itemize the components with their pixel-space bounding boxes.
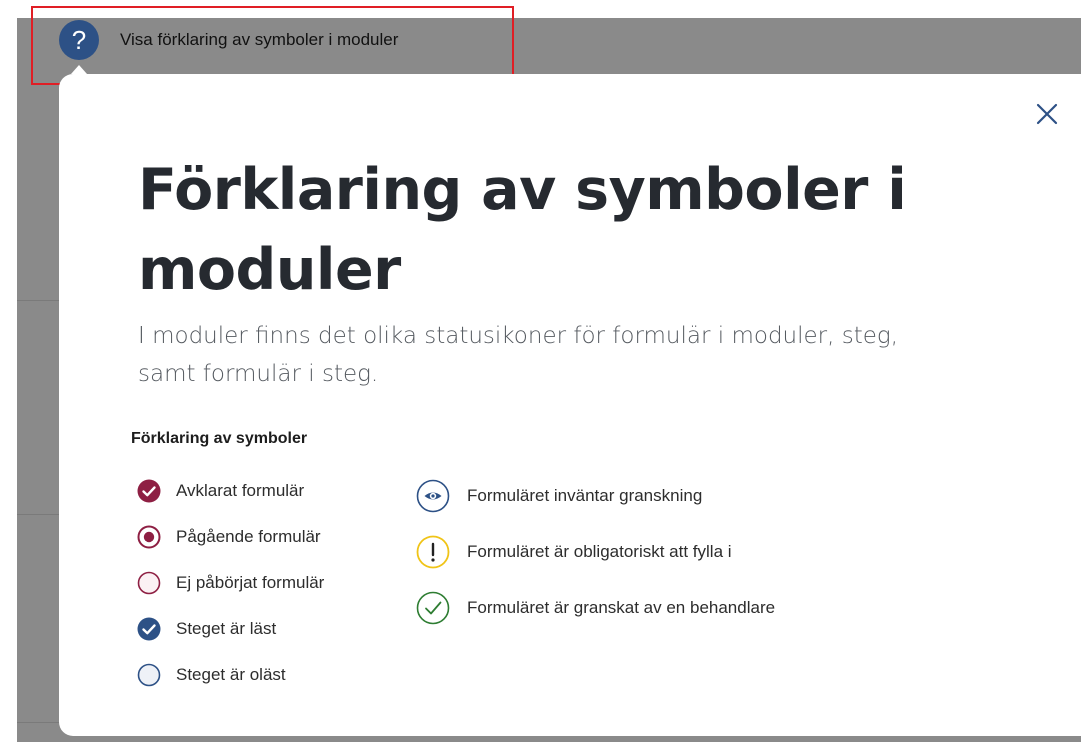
eye-icon bbox=[416, 479, 450, 513]
symbol-help-label: Visa förklaring av symboler i moduler bbox=[120, 30, 399, 49]
backdrop-divider bbox=[17, 722, 59, 723]
step-read-check-icon bbox=[136, 616, 162, 642]
completed-check-icon bbox=[136, 478, 162, 504]
legend-item-step-read: Steget är läst bbox=[136, 616, 276, 642]
legend-heading: Förklaring av symboler bbox=[131, 430, 308, 447]
legend-label: Avklarat formulär bbox=[176, 481, 305, 500]
legend-label: Ej påbörjat formulär bbox=[176, 573, 325, 592]
close-icon bbox=[1036, 103, 1058, 125]
close-button[interactable] bbox=[1032, 99, 1062, 129]
in-progress-dot-icon bbox=[136, 524, 162, 550]
legend-label: Pågående formulär bbox=[176, 527, 321, 546]
question-mark-icon: ? bbox=[59, 20, 99, 60]
legend-item-not-started: Ej påbörjat formulär bbox=[136, 570, 324, 596]
dialog-title: Förklaring av symboler i moduler bbox=[138, 157, 907, 303]
legend-item-step-unread: Steget är oläst bbox=[136, 662, 286, 688]
exclamation-icon bbox=[416, 535, 450, 569]
step-unread-circle-icon bbox=[136, 662, 162, 688]
legend-item-mandatory: Formuläret är obligatoriskt att fylla i bbox=[416, 535, 732, 569]
symbol-help-button[interactable]: ? Visa förklaring av symboler i moduler bbox=[59, 20, 398, 60]
legend-label: Formuläret är obligatoriskt att fylla i bbox=[467, 542, 732, 561]
not-started-circle-icon bbox=[136, 570, 162, 596]
reviewed-check-icon bbox=[416, 591, 450, 625]
legend-item-in-progress: Pågående formulär bbox=[136, 524, 321, 550]
legend-label: Formuläret inväntar granskning bbox=[467, 486, 703, 505]
legend-item-completed: Avklarat formulär bbox=[136, 478, 304, 504]
legend-label: Formuläret är granskat av en behandlare bbox=[467, 598, 776, 617]
legend-item-reviewed: Formuläret är granskat av en behandlare bbox=[416, 591, 775, 625]
legend-item-awaiting-review: Formuläret inväntar granskning bbox=[416, 479, 702, 513]
dialog-intro: I moduler finns det olika statusikoner f… bbox=[138, 323, 898, 387]
backdrop-divider bbox=[17, 300, 59, 301]
backdrop-divider bbox=[17, 514, 59, 515]
popover-pointer bbox=[71, 65, 87, 74]
legend-label: Steget är oläst bbox=[176, 665, 286, 684]
page-edge bbox=[0, 0, 17, 742]
symbol-legend-dialog: Förklaring av symboler i moduler I modul… bbox=[59, 74, 1081, 736]
legend-label: Steget är läst bbox=[176, 619, 277, 638]
